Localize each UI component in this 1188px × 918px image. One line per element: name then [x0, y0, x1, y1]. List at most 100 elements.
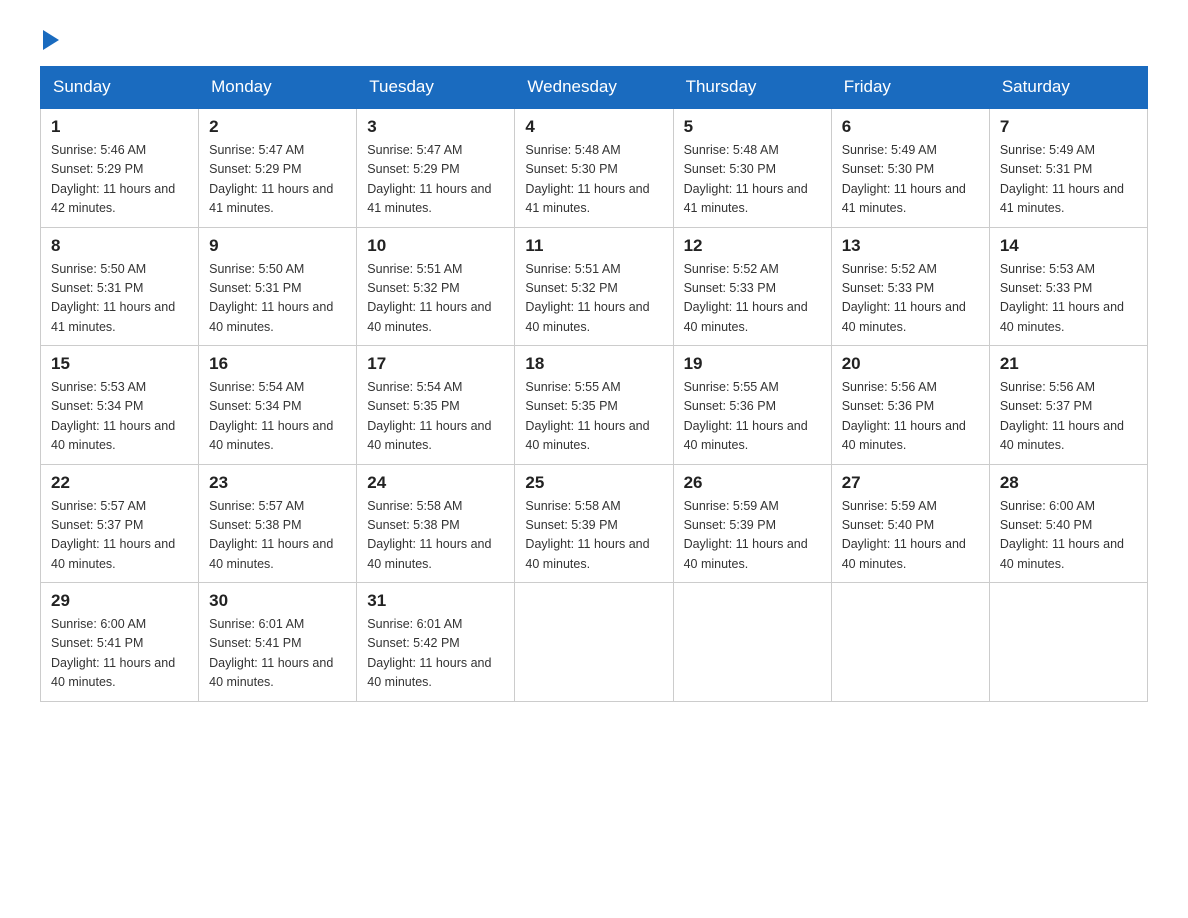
- day-info: Sunrise: 6:01 AMSunset: 5:42 PMDaylight:…: [367, 617, 491, 689]
- day-number: 13: [842, 236, 979, 256]
- calendar-week-row: 22 Sunrise: 5:57 AMSunset: 5:37 PMDaylig…: [41, 464, 1148, 583]
- day-number: 23: [209, 473, 346, 493]
- calendar-cell: 6 Sunrise: 5:49 AMSunset: 5:30 PMDayligh…: [831, 108, 989, 227]
- calendar-cell: 20 Sunrise: 5:56 AMSunset: 5:36 PMDaylig…: [831, 346, 989, 465]
- day-number: 24: [367, 473, 504, 493]
- day-info: Sunrise: 5:47 AMSunset: 5:29 PMDaylight:…: [209, 143, 333, 215]
- calendar-week-row: 29 Sunrise: 6:00 AMSunset: 5:41 PMDaylig…: [41, 583, 1148, 702]
- calendar-cell: 7 Sunrise: 5:49 AMSunset: 5:31 PMDayligh…: [989, 108, 1147, 227]
- day-info: Sunrise: 5:59 AMSunset: 5:40 PMDaylight:…: [842, 499, 966, 571]
- calendar-cell: [515, 583, 673, 702]
- calendar-cell: 28 Sunrise: 6:00 AMSunset: 5:40 PMDaylig…: [989, 464, 1147, 583]
- day-info: Sunrise: 5:48 AMSunset: 5:30 PMDaylight:…: [525, 143, 649, 215]
- calendar-cell: [673, 583, 831, 702]
- day-info: Sunrise: 5:58 AMSunset: 5:38 PMDaylight:…: [367, 499, 491, 571]
- day-number: 14: [1000, 236, 1137, 256]
- day-number: 21: [1000, 354, 1137, 374]
- weekday-header-tuesday: Tuesday: [357, 67, 515, 109]
- day-info: Sunrise: 6:01 AMSunset: 5:41 PMDaylight:…: [209, 617, 333, 689]
- calendar-week-row: 1 Sunrise: 5:46 AMSunset: 5:29 PMDayligh…: [41, 108, 1148, 227]
- day-number: 18: [525, 354, 662, 374]
- calendar-header-row: SundayMondayTuesdayWednesdayThursdayFrid…: [41, 67, 1148, 109]
- day-number: 17: [367, 354, 504, 374]
- day-number: 15: [51, 354, 188, 374]
- weekday-header-saturday: Saturday: [989, 67, 1147, 109]
- day-info: Sunrise: 5:49 AMSunset: 5:30 PMDaylight:…: [842, 143, 966, 215]
- day-number: 6: [842, 117, 979, 137]
- page-header: [40, 30, 1148, 50]
- day-info: Sunrise: 5:54 AMSunset: 5:34 PMDaylight:…: [209, 380, 333, 452]
- calendar-cell: 4 Sunrise: 5:48 AMSunset: 5:30 PMDayligh…: [515, 108, 673, 227]
- weekday-header-sunday: Sunday: [41, 67, 199, 109]
- calendar-cell: [989, 583, 1147, 702]
- weekday-header-friday: Friday: [831, 67, 989, 109]
- day-info: Sunrise: 5:53 AMSunset: 5:33 PMDaylight:…: [1000, 262, 1124, 334]
- day-info: Sunrise: 5:58 AMSunset: 5:39 PMDaylight:…: [525, 499, 649, 571]
- day-info: Sunrise: 5:50 AMSunset: 5:31 PMDaylight:…: [209, 262, 333, 334]
- day-number: 29: [51, 591, 188, 611]
- day-number: 2: [209, 117, 346, 137]
- calendar-week-row: 15 Sunrise: 5:53 AMSunset: 5:34 PMDaylig…: [41, 346, 1148, 465]
- day-number: 11: [525, 236, 662, 256]
- day-info: Sunrise: 5:52 AMSunset: 5:33 PMDaylight:…: [684, 262, 808, 334]
- day-info: Sunrise: 5:46 AMSunset: 5:29 PMDaylight:…: [51, 143, 175, 215]
- calendar-cell: 2 Sunrise: 5:47 AMSunset: 5:29 PMDayligh…: [199, 108, 357, 227]
- day-info: Sunrise: 5:47 AMSunset: 5:29 PMDaylight:…: [367, 143, 491, 215]
- calendar-cell: 26 Sunrise: 5:59 AMSunset: 5:39 PMDaylig…: [673, 464, 831, 583]
- calendar-cell: 17 Sunrise: 5:54 AMSunset: 5:35 PMDaylig…: [357, 346, 515, 465]
- day-number: 9: [209, 236, 346, 256]
- day-info: Sunrise: 5:57 AMSunset: 5:37 PMDaylight:…: [51, 499, 175, 571]
- logo: [40, 30, 59, 50]
- day-info: Sunrise: 5:59 AMSunset: 5:39 PMDaylight:…: [684, 499, 808, 571]
- day-number: 28: [1000, 473, 1137, 493]
- day-number: 25: [525, 473, 662, 493]
- calendar-cell: 8 Sunrise: 5:50 AMSunset: 5:31 PMDayligh…: [41, 227, 199, 346]
- weekday-header-monday: Monday: [199, 67, 357, 109]
- calendar-week-row: 8 Sunrise: 5:50 AMSunset: 5:31 PMDayligh…: [41, 227, 1148, 346]
- calendar-cell: 22 Sunrise: 5:57 AMSunset: 5:37 PMDaylig…: [41, 464, 199, 583]
- calendar-cell: 19 Sunrise: 5:55 AMSunset: 5:36 PMDaylig…: [673, 346, 831, 465]
- calendar-cell: 31 Sunrise: 6:01 AMSunset: 5:42 PMDaylig…: [357, 583, 515, 702]
- calendar-cell: 23 Sunrise: 5:57 AMSunset: 5:38 PMDaylig…: [199, 464, 357, 583]
- calendar-cell: [831, 583, 989, 702]
- logo-triangle-icon: [43, 30, 59, 50]
- calendar-cell: 21 Sunrise: 5:56 AMSunset: 5:37 PMDaylig…: [989, 346, 1147, 465]
- day-number: 16: [209, 354, 346, 374]
- day-number: 19: [684, 354, 821, 374]
- day-info: Sunrise: 5:55 AMSunset: 5:36 PMDaylight:…: [684, 380, 808, 452]
- day-info: Sunrise: 5:51 AMSunset: 5:32 PMDaylight:…: [525, 262, 649, 334]
- day-number: 20: [842, 354, 979, 374]
- day-info: Sunrise: 5:51 AMSunset: 5:32 PMDaylight:…: [367, 262, 491, 334]
- day-number: 4: [525, 117, 662, 137]
- day-number: 3: [367, 117, 504, 137]
- calendar-cell: 3 Sunrise: 5:47 AMSunset: 5:29 PMDayligh…: [357, 108, 515, 227]
- day-number: 31: [367, 591, 504, 611]
- day-info: Sunrise: 5:52 AMSunset: 5:33 PMDaylight:…: [842, 262, 966, 334]
- calendar-cell: 29 Sunrise: 6:00 AMSunset: 5:41 PMDaylig…: [41, 583, 199, 702]
- calendar-cell: 1 Sunrise: 5:46 AMSunset: 5:29 PMDayligh…: [41, 108, 199, 227]
- day-info: Sunrise: 5:54 AMSunset: 5:35 PMDaylight:…: [367, 380, 491, 452]
- day-info: Sunrise: 6:00 AMSunset: 5:41 PMDaylight:…: [51, 617, 175, 689]
- calendar-cell: 11 Sunrise: 5:51 AMSunset: 5:32 PMDaylig…: [515, 227, 673, 346]
- day-info: Sunrise: 5:49 AMSunset: 5:31 PMDaylight:…: [1000, 143, 1124, 215]
- calendar-cell: 27 Sunrise: 5:59 AMSunset: 5:40 PMDaylig…: [831, 464, 989, 583]
- calendar-cell: 18 Sunrise: 5:55 AMSunset: 5:35 PMDaylig…: [515, 346, 673, 465]
- calendar-table: SundayMondayTuesdayWednesdayThursdayFrid…: [40, 66, 1148, 702]
- day-number: 27: [842, 473, 979, 493]
- day-info: Sunrise: 5:55 AMSunset: 5:35 PMDaylight:…: [525, 380, 649, 452]
- day-info: Sunrise: 5:56 AMSunset: 5:37 PMDaylight:…: [1000, 380, 1124, 452]
- calendar-cell: 30 Sunrise: 6:01 AMSunset: 5:41 PMDaylig…: [199, 583, 357, 702]
- calendar-cell: 16 Sunrise: 5:54 AMSunset: 5:34 PMDaylig…: [199, 346, 357, 465]
- day-number: 26: [684, 473, 821, 493]
- day-info: Sunrise: 5:53 AMSunset: 5:34 PMDaylight:…: [51, 380, 175, 452]
- calendar-cell: 5 Sunrise: 5:48 AMSunset: 5:30 PMDayligh…: [673, 108, 831, 227]
- day-info: Sunrise: 6:00 AMSunset: 5:40 PMDaylight:…: [1000, 499, 1124, 571]
- day-info: Sunrise: 5:50 AMSunset: 5:31 PMDaylight:…: [51, 262, 175, 334]
- day-info: Sunrise: 5:48 AMSunset: 5:30 PMDaylight:…: [684, 143, 808, 215]
- day-info: Sunrise: 5:56 AMSunset: 5:36 PMDaylight:…: [842, 380, 966, 452]
- day-number: 10: [367, 236, 504, 256]
- calendar-cell: 25 Sunrise: 5:58 AMSunset: 5:39 PMDaylig…: [515, 464, 673, 583]
- weekday-header-thursday: Thursday: [673, 67, 831, 109]
- calendar-cell: 9 Sunrise: 5:50 AMSunset: 5:31 PMDayligh…: [199, 227, 357, 346]
- day-number: 7: [1000, 117, 1137, 137]
